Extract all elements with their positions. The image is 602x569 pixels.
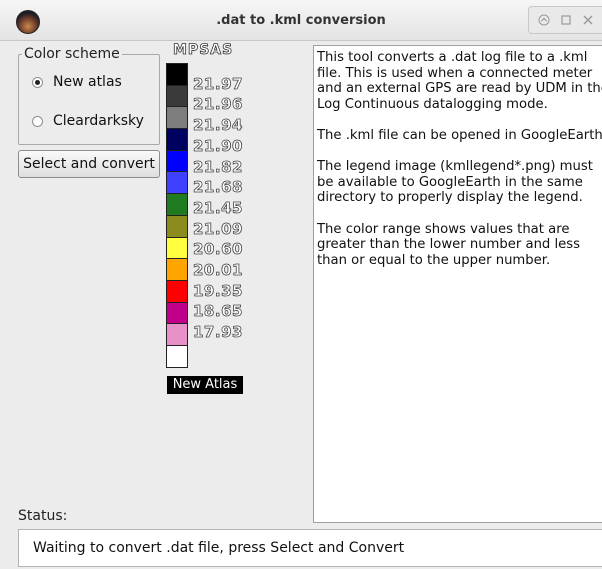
radio-new-atlas-label: New atlas (53, 74, 122, 90)
conversion-window: .dat to .kml conversion Color scheme New… (0, 0, 602, 569)
legend-swatch (166, 236, 188, 259)
legend-swatch (166, 193, 188, 215)
legend-swatch (166, 323, 188, 345)
legend-unit-label: MPSAS (173, 42, 234, 59)
legend-swatch (166, 171, 188, 194)
legend-swatch (166, 344, 188, 368)
legend-value: 21.45 (193, 198, 243, 217)
close-icon[interactable] (582, 14, 594, 26)
legend-value: 21.97 (193, 74, 243, 93)
legend-swatch (166, 63, 188, 85)
radio-cleardarksky[interactable]: Cleardarksky (32, 113, 144, 129)
legend-swatch (166, 279, 188, 302)
legend-value: 21.94 (193, 116, 243, 135)
title-bar: .dat to .kml conversion (0, 0, 602, 41)
color-scheme-title: Color scheme (22, 46, 122, 62)
legend-value: 21.09 (193, 219, 243, 238)
legend-value: 21.90 (193, 136, 243, 155)
maximize-icon[interactable] (560, 14, 572, 26)
legend-swatch (166, 301, 188, 324)
legend-value: 21.82 (193, 157, 243, 176)
info-paragraph: This tool converts a .dat log file to a … (317, 50, 602, 112)
radio-cleardarksky-label: Cleardarksky (53, 113, 144, 129)
color-scheme-group (18, 54, 160, 145)
legend-swatch (166, 214, 188, 237)
radio-new-atlas[interactable]: New atlas (32, 74, 122, 90)
radio-unchecked-icon[interactable] (32, 115, 43, 127)
legend-swatch (166, 258, 188, 280)
legend-color-scale (166, 63, 188, 368)
legend-value: 21.96 (193, 95, 243, 114)
legend-value: 18.65 (193, 302, 243, 321)
legend-swatch (166, 106, 188, 129)
legend-swatch (166, 84, 188, 107)
status-field: Waiting to convert .dat file, press Sele… (18, 529, 602, 567)
radio-checked-icon[interactable] (32, 76, 43, 88)
info-paragraph: The legend image (kmllegend*.png) must b… (317, 159, 593, 206)
legend-swatch (166, 128, 188, 150)
status-label: Status: (18, 508, 68, 524)
info-paragraph: The color range shows values that are gr… (317, 221, 581, 268)
legend-value: 20.60 (193, 240, 243, 259)
legend-value: 17.93 (193, 323, 243, 342)
legend-value: 21.68 (193, 178, 243, 197)
info-text-panel[interactable]: This tool converts a .dat log file to a … (313, 45, 602, 523)
legend-value: 19.35 (193, 281, 243, 300)
info-paragraph: The .kml file can be opened in GoogleEar… (317, 127, 602, 143)
legend-caption: New Atlas (167, 376, 243, 394)
window-controls (528, 6, 602, 34)
window-title: .dat to .kml conversion (216, 13, 386, 28)
legend-swatch (166, 149, 188, 172)
select-and-convert-button[interactable]: Select and convert (18, 150, 160, 178)
minimize-icon[interactable] (538, 14, 550, 26)
legend-value: 20.01 (193, 261, 243, 280)
